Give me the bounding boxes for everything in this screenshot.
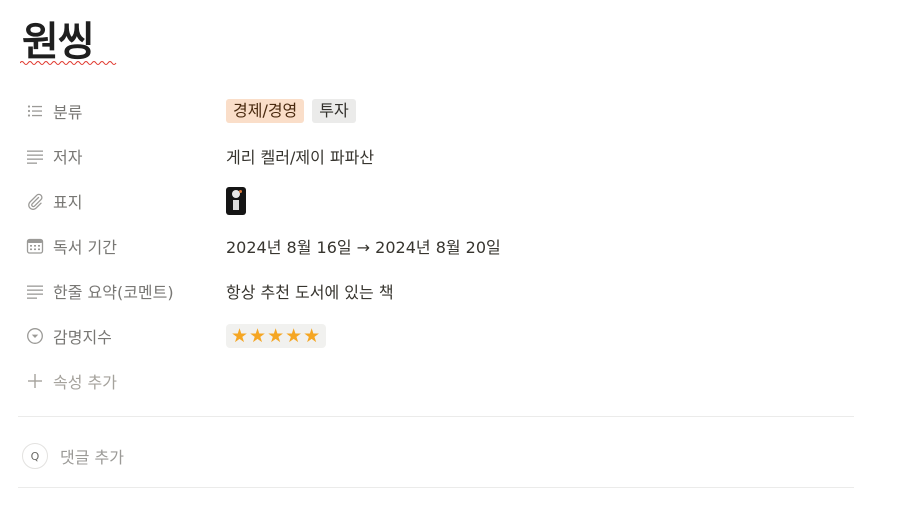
comment-placeholder: 댓글 추가 [60, 448, 124, 467]
plus-icon [25, 371, 45, 391]
calendar-icon [25, 236, 45, 256]
property-value-category[interactable]: 경제/경영 투자 [226, 90, 846, 132]
property-value-rating[interactable]: ★★★★★ [226, 315, 846, 357]
add-property-button[interactable]: 속성 추가 [20, 360, 220, 402]
text-icon [25, 281, 45, 301]
add-property-row: 속성 추가 [20, 360, 860, 405]
divider [18, 487, 854, 488]
property-row-author: 저자 게리 켈러/제이 파파산 [20, 135, 860, 180]
property-label-text: 분류 [53, 103, 83, 122]
paperclip-icon [25, 191, 45, 211]
property-value-cover[interactable] [226, 180, 846, 222]
cover-bar [233, 200, 239, 210]
property-row-category: 분류 경제/경영 투자 [20, 90, 860, 135]
page: 원씽 분류 경제/경영 투자 저자 게리 켈러/제이 파파산 표지 독서 기간 … [0, 0, 900, 515]
property-row-rating: 감명지수 ★★★★★ [20, 315, 860, 360]
property-label-cover[interactable]: 표지 [20, 180, 220, 222]
property-row-cover: 표지 [20, 180, 860, 225]
property-value-author[interactable]: 게리 켈러/제이 파파산 [226, 135, 846, 177]
property-row-reading-period: 독서 기간 2024년 8월 16일 → 2024년 8월 20일 [20, 225, 860, 270]
property-value-reading-period[interactable]: 2024년 8월 16일 → 2024년 8월 20일 [226, 225, 846, 267]
property-label-summary[interactable]: 한줄 요약(코멘트) [20, 270, 220, 312]
star-rating: ★★★★★ [226, 324, 327, 348]
property-label-reading-period[interactable]: 독서 기간 [20, 225, 220, 267]
comment-input[interactable]: Q 댓글 추가 [22, 440, 422, 472]
property-label-text: 저자 [53, 148, 83, 167]
property-list: 분류 경제/경영 투자 저자 게리 켈러/제이 파파산 표지 독서 기간 202… [20, 90, 860, 405]
spellcheck-underline [20, 61, 117, 65]
property-label-text: 한줄 요약(코멘트) [53, 283, 174, 302]
property-label-category[interactable]: 분류 [20, 90, 220, 132]
property-label-rating[interactable]: 감명지수 [20, 315, 220, 357]
add-property-label: 속성 추가 [53, 373, 117, 392]
tag-economics: 경제/경영 [226, 99, 305, 123]
property-label-text: 감명지수 [53, 328, 112, 347]
property-row-summary: 한줄 요약(코멘트) 항상 추천 도서에 있는 책 [20, 270, 860, 315]
cover-accent [239, 190, 242, 193]
book-cover-thumbnail[interactable] [226, 187, 246, 215]
property-label-text: 표지 [53, 193, 83, 212]
text-icon [25, 146, 45, 166]
property-label-author[interactable]: 저자 [20, 135, 220, 177]
avatar: Q [22, 443, 48, 469]
select-icon [25, 326, 45, 346]
list-icon [25, 101, 45, 121]
property-value-summary[interactable]: 항상 추천 도서에 있는 책 [226, 270, 846, 312]
tag-investment: 투자 [312, 99, 356, 123]
divider [18, 416, 854, 417]
property-label-text: 독서 기간 [53, 238, 117, 257]
